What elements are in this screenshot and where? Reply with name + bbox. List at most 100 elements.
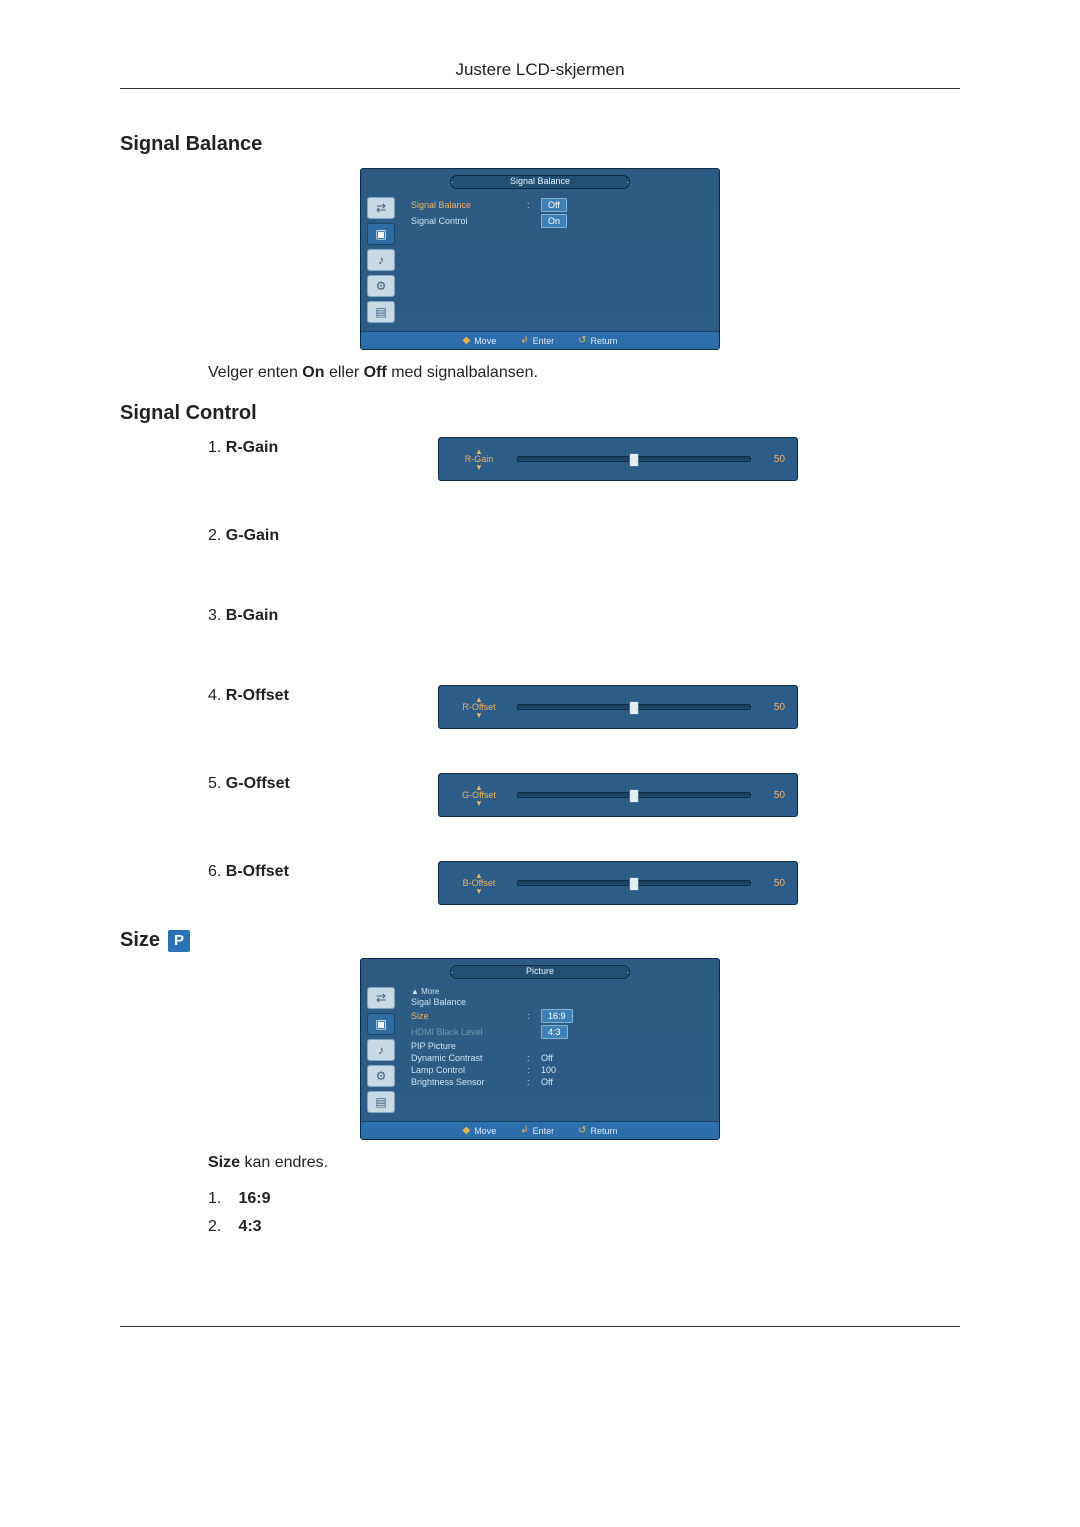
multi-icon: ▤	[367, 1091, 395, 1113]
slider-g-offset[interactable]: ▲ G-Offset ▼ 50	[438, 773, 798, 817]
list-item-text: 4. R-Offset	[208, 685, 398, 705]
slider-value: 50	[761, 878, 785, 889]
list-item: 1. R-Gain ▲ R-Gain ▼ 50	[208, 437, 960, 481]
slider-label: ▲ R-Offset ▼	[451, 696, 507, 719]
osd-icon-rail: ⇄ ▣ ♪ ⚙ ▤	[361, 189, 401, 331]
list-item: 5. G-Offset ▲ G-Offset ▼ 50	[208, 773, 960, 817]
section-signal-control: Signal Control 1. R-Gain ▲ R-Gain ▼	[120, 402, 960, 905]
list-item-text: 2. G-Gain	[208, 525, 398, 545]
list-item-graphic: ▲ B-Offset ▼ 50	[438, 861, 960, 905]
osd-row-value[interactable]: Off	[541, 198, 567, 212]
list-item-graphic: ▲ G-Offset ▼ 50	[438, 773, 960, 817]
slider-thumb[interactable]	[629, 789, 639, 803]
list-item: 4. R-Offset ▲ R-Offset ▼ 50	[208, 685, 960, 729]
osd-row: Dynamic Contrast:Off	[411, 1052, 711, 1064]
picture-icon: ▣	[367, 223, 395, 245]
osd-title-bar: Picture	[450, 965, 630, 979]
osd-body: ⇄ ▣ ♪ ⚙ ▤ ▲ More Sigal Balance Size : 16…	[361, 979, 719, 1121]
list-item: 6. B-Offset ▲ B-Offset ▼ 50	[208, 861, 960, 905]
slider-track[interactable]	[517, 880, 751, 886]
osd-row-value[interactable]: 4:3	[541, 1025, 568, 1039]
move-icon: ◆	[462, 335, 470, 346]
p-badge-icon: P	[168, 930, 190, 952]
list-item-text: 3. B-Gain	[208, 605, 398, 625]
slider-b-offset[interactable]: ▲ B-Offset ▼ 50	[438, 861, 798, 905]
osd-signal-balance: Signal Balance ⇄ ▣ ♪ ⚙ ▤ Signal Balance …	[360, 168, 720, 350]
osd-content: ▲ More Sigal Balance Size : 16:9 HDMI Bl…	[401, 979, 719, 1121]
osd-footer-enter: ↲Enter	[520, 1125, 554, 1136]
return-icon: ↺	[578, 1125, 586, 1136]
slider-thumb[interactable]	[629, 701, 639, 715]
arrow-down-icon: ▼	[475, 712, 483, 719]
osd-footer-move: ◆Move	[462, 335, 496, 346]
osd-footer: ◆Move ↲Enter ↺Return	[361, 331, 719, 349]
page: Justere LCD-skjermen Signal Balance Sign…	[120, 60, 960, 1327]
slider-thumb[interactable]	[629, 453, 639, 467]
multi-icon: ▤	[367, 301, 395, 323]
osd-row-signal-control: Signal Control On	[411, 213, 711, 229]
slider-label: ▲ B-Offset ▼	[451, 872, 507, 895]
list-item-text: 5. G-Offset	[208, 773, 398, 793]
heading-size-row: Size P	[120, 929, 960, 952]
osd-row: PIP Picture	[411, 1040, 711, 1052]
arrow-down-icon: ▼	[475, 888, 483, 895]
list-item: 3. B-Gain	[208, 605, 960, 625]
osd-row-size: Size : 16:9	[411, 1008, 711, 1024]
section-signal-balance: Signal Balance Signal Balance ⇄ ▣ ♪ ⚙ ▤ …	[120, 133, 960, 382]
osd-row-label: Signal Balance	[411, 200, 521, 210]
osd-more: ▲ More	[411, 987, 711, 996]
slider-label: ▲ R-Gain ▼	[451, 448, 507, 471]
osd-footer: ◆Move ↲Enter ↺Return	[361, 1121, 719, 1139]
section-size: Size P Picture ⇄ ▣ ♪ ⚙ ▤ ▲ More Sigal Ba…	[120, 929, 960, 1236]
return-icon: ↺	[578, 335, 586, 346]
heading-size: Size	[120, 929, 160, 952]
signal-balance-description: Velger enten On eller Off med signalbala…	[208, 364, 960, 382]
slider-track[interactable]	[517, 456, 751, 462]
list-item: 2. 4:3	[208, 1218, 960, 1236]
size-description: Size kan endres.	[208, 1154, 960, 1172]
osd-footer-return: ↺Return	[578, 335, 617, 346]
osd-row: Sigal Balance	[411, 996, 711, 1008]
setup-icon: ⚙	[367, 1065, 395, 1087]
osd-body: ⇄ ▣ ♪ ⚙ ▤ Signal Balance : Off Sign	[361, 189, 719, 331]
picture-icon: ▣	[367, 1013, 395, 1035]
osd-content: Signal Balance : Off Signal Control On	[401, 189, 719, 331]
enter-icon: ↲	[520, 335, 528, 346]
size-options: 1. 16:9 2. 4:3	[208, 1190, 960, 1236]
osd-footer-enter: ↲Enter	[520, 335, 554, 346]
heading-signal-control: Signal Control	[120, 402, 960, 425]
osd-footer-return: ↺Return	[578, 1125, 617, 1136]
osd-row: Brightness Sensor:Off	[411, 1076, 711, 1088]
slider-value: 50	[761, 454, 785, 465]
page-footer-rule	[120, 1326, 960, 1327]
slider-r-gain[interactable]: ▲ R-Gain ▼ 50	[438, 437, 798, 481]
osd-title-bar: Signal Balance	[450, 175, 630, 189]
setup-icon: ⚙	[367, 275, 395, 297]
osd-row: HDMI Black Level 4:3	[411, 1024, 711, 1040]
input-icon: ⇄	[367, 987, 395, 1009]
page-header: Justere LCD-skjermen	[120, 60, 960, 89]
slider-track[interactable]	[517, 792, 751, 798]
slider-value: 50	[761, 702, 785, 713]
slider-r-offset[interactable]: ▲ R-Offset ▼ 50	[438, 685, 798, 729]
slider-label: ▲ G-Offset ▼	[451, 784, 507, 807]
list-item-graphic: ▲ R-Offset ▼ 50	[438, 685, 960, 729]
osd-footer-move: ◆Move	[462, 1125, 496, 1136]
sound-icon: ♪	[367, 1039, 395, 1061]
enter-icon: ↲	[520, 1125, 528, 1136]
osd-row-value[interactable]: 16:9	[541, 1009, 573, 1023]
list-item: 1. 16:9	[208, 1190, 960, 1208]
osd-row-value[interactable]: On	[541, 214, 567, 228]
osd-row-label: Signal Control	[411, 216, 521, 226]
heading-signal-balance: Signal Balance	[120, 133, 960, 156]
osd-row-signal-balance: Signal Balance : Off	[411, 197, 711, 213]
slider-thumb[interactable]	[629, 877, 639, 891]
arrow-down-icon: ▼	[475, 800, 483, 807]
colon: :	[527, 200, 535, 210]
input-icon: ⇄	[367, 197, 395, 219]
list-item-graphic: ▲ R-Gain ▼ 50	[438, 437, 960, 481]
slider-track[interactable]	[517, 704, 751, 710]
sound-icon: ♪	[367, 249, 395, 271]
list-item: 2. G-Gain	[208, 525, 960, 545]
osd-picture-wrap: Picture ⇄ ▣ ♪ ⚙ ▤ ▲ More Sigal Balance S…	[120, 958, 960, 1140]
